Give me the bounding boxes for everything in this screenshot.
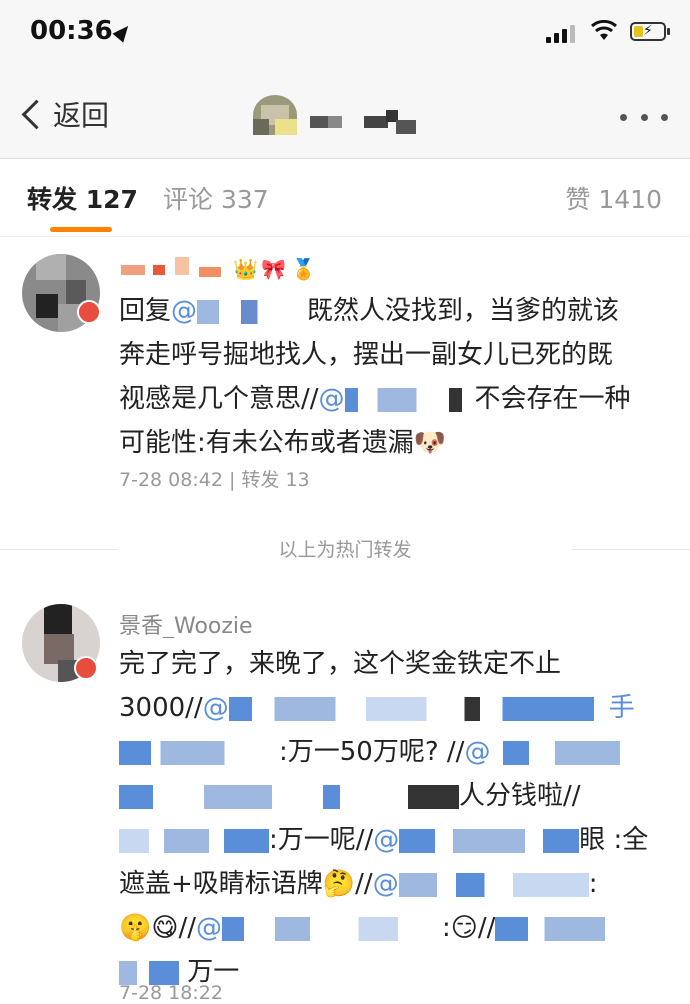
tab-bar: 转发 127 评论 337 赞 1410	[0, 158, 690, 237]
repost-item[interactable]: 景香_Woozie 完了完了，来晚了，这个奖金铁定不止 3000//@ 手 :万一…	[0, 592, 690, 1004]
mention-at: @	[171, 296, 198, 326]
ellipsis-dot	[640, 114, 648, 121]
tab-active-indicator	[50, 227, 112, 232]
tab-repost-label: 转发	[27, 185, 78, 214]
obscured-username[interactable]	[119, 828, 269, 853]
nav-bar: 返回	[0, 62, 690, 159]
smirk-emoji-icon: 😏	[450, 913, 478, 943]
nav-avatar[interactable]	[253, 95, 297, 135]
mention-at: @	[373, 825, 400, 855]
mention-link[interactable]: @ 手	[203, 693, 635, 723]
mention-at: @	[464, 737, 491, 767]
tab-like[interactable]: 赞 1410	[565, 180, 662, 216]
mention-link[interactable]: @	[464, 737, 621, 767]
timestamp: 7-28 18:22	[119, 982, 223, 1004]
verified-badge-icon	[77, 300, 101, 324]
obscured-username	[490, 740, 621, 765]
mention-link[interactable]: @	[171, 296, 308, 326]
content-text: 人分钱啦//	[459, 781, 581, 811]
tab-like-label: 赞	[565, 185, 591, 214]
obscured-username[interactable]	[495, 916, 606, 941]
obscured-username	[197, 299, 308, 324]
crown-badge-icon: 👑	[233, 257, 258, 281]
repost-count-link[interactable]: 转发 13	[241, 469, 309, 491]
obscured-username[interactable]	[119, 784, 459, 809]
location-arrow-icon	[112, 21, 134, 43]
obscured-username	[228, 696, 609, 721]
status-time: 00:36	[30, 16, 113, 46]
mention-link[interactable]: @	[373, 869, 589, 899]
mention-at: @	[372, 869, 399, 899]
obscured-username	[399, 828, 580, 853]
tab-repost[interactable]: 转发 127	[27, 180, 138, 216]
mention-at: @	[318, 384, 345, 414]
meta-separator: |	[228, 469, 236, 491]
repost-meta: 7-28 08:42 | 转发 13	[119, 465, 310, 492]
obscured-username	[222, 916, 443, 941]
content-text: //	[178, 913, 197, 943]
ellipsis-icon	[620, 114, 627, 121]
content-text: :万一呢//	[269, 825, 374, 855]
yum-emoji-icon: 😋	[151, 913, 179, 943]
user-name[interactable]: 景香_Woozie	[119, 608, 319, 638]
content-text: :万一50万呢? //	[279, 737, 465, 767]
more-button[interactable]	[620, 114, 668, 124]
obscured-username	[398, 872, 589, 897]
back-button[interactable]: 返回	[18, 94, 109, 134]
dog-emoji-icon: 🐶	[413, 428, 447, 458]
shush-emoji-icon: 🤫	[119, 913, 152, 943]
content-text: //	[477, 913, 496, 943]
divider-label: 以上为热门转发	[278, 539, 412, 561]
verified-badge-icon	[74, 656, 98, 680]
thinking-emoji-icon: 🤔	[322, 869, 356, 899]
content-text: 回复	[119, 296, 172, 326]
hot-divider: 以上为热门转发	[0, 532, 690, 566]
content-text: :	[588, 869, 598, 899]
nav-title-obscured	[310, 110, 420, 134]
repost-item[interactable]: 👑 🎀 🏅 回复@ 既然人没找到，当爹的就该 奔走呼号掘地找人，摆出一副女儿已死的…	[0, 237, 690, 532]
wifi-icon	[591, 20, 617, 40]
mention-link[interactable]: @	[373, 825, 580, 855]
tab-comment-label: 评论	[163, 185, 214, 214]
mention-at: @	[196, 913, 223, 943]
battery-icon: ⚡	[630, 22, 670, 41]
user-name-obscured[interactable]: 👑 🎀 🏅	[119, 257, 339, 287]
ribbon-badge-icon: 🎀	[261, 257, 286, 281]
charging-bolt-icon: ⚡	[643, 23, 653, 39]
content-text: :	[442, 913, 451, 943]
tab-comment-count: 337	[220, 185, 269, 214]
signal-icon	[546, 25, 576, 43]
obscured-username	[344, 387, 475, 412]
content-text: //	[355, 869, 373, 899]
mention-at: @	[202, 693, 229, 723]
repost-content: 回复@ 既然人没找到，当爹的就该 奔走呼号掘地找人，摆出一副女儿已死的既 视感是几…	[119, 289, 664, 465]
tab-comment[interactable]: 评论 337	[163, 180, 269, 216]
obscured-username[interactable]	[119, 960, 179, 985]
mention-link[interactable]: @	[319, 384, 475, 414]
status-bar: 00:36 ⚡	[0, 0, 690, 62]
repost-content: 完了完了，来晚了，这个奖金铁定不止 3000//@ 手 :万一50万呢? //@ …	[119, 642, 664, 994]
obscured-username[interactable]	[119, 740, 279, 765]
tab-like-count: 1410	[598, 185, 662, 214]
mention-suffix: 手	[608, 693, 635, 723]
chevron-left-icon	[21, 99, 52, 129]
tab-repost-count: 127	[85, 185, 138, 214]
medal-badge-icon: 🏅	[291, 257, 316, 281]
back-label: 返回	[53, 99, 110, 132]
mention-link[interactable]: @	[196, 913, 443, 943]
timestamp: 7-28 08:42	[119, 469, 223, 491]
repost-meta: 7-28 18:22	[119, 982, 223, 1004]
user-name-text: 景香_Woozie	[119, 614, 253, 638]
ellipsis-dot	[661, 114, 668, 121]
